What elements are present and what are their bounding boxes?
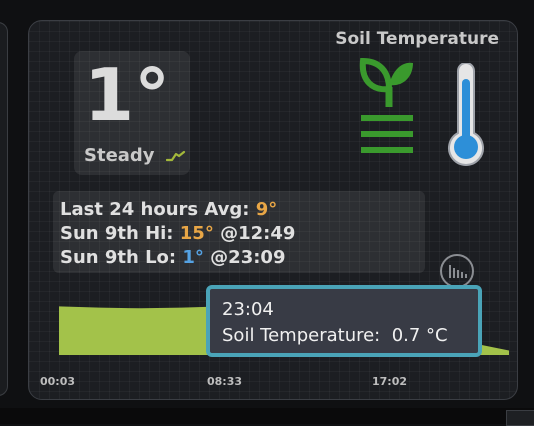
adjacent-card-edge — [0, 22, 8, 396]
chart-tooltip: 23:04 Soil Temperature: 0.7 °C — [206, 285, 482, 357]
bottom-strip — [0, 408, 534, 424]
soil-temperature-card[interactable]: Soil Temperature 1° Steady Last 24 hours… — [28, 20, 518, 400]
tooltip-value: Soil Temperature: 0.7 °C — [222, 325, 448, 346]
tooltip-time: 23:04 — [222, 299, 274, 320]
x-tick-label: 17:02 — [372, 375, 408, 388]
x-tick-label: 08:33 — [207, 375, 243, 388]
x-tick-label: 00:03 — [40, 375, 76, 388]
